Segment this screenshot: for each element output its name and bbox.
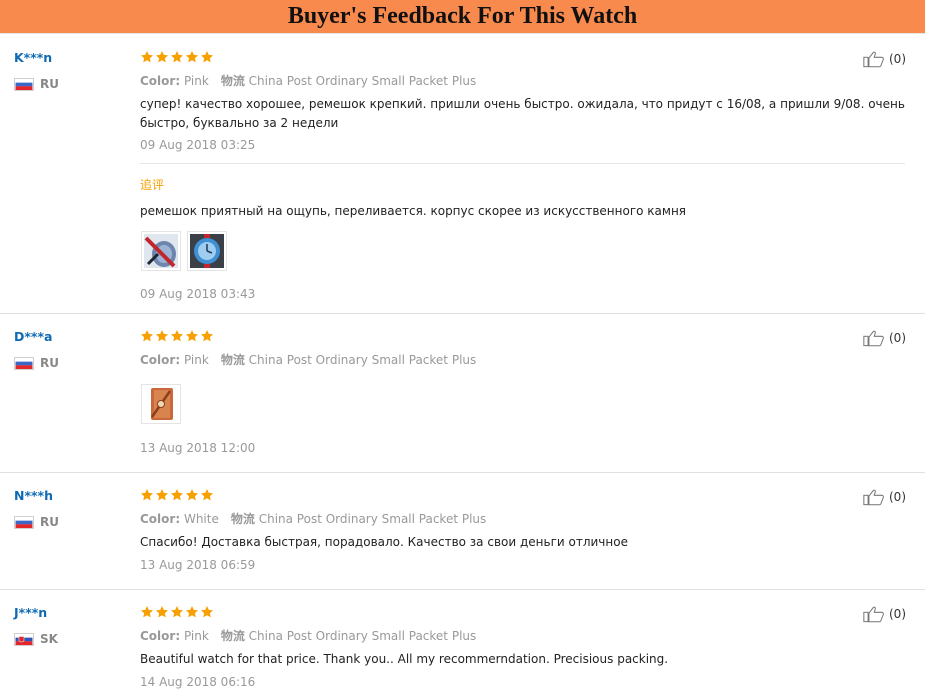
logistics-label: 物流 xyxy=(220,629,245,643)
review-date: 13 Aug 2018 12:00 xyxy=(140,441,256,455)
color-value: Pink xyxy=(183,74,209,88)
color-label: Color: xyxy=(140,353,181,367)
helpful-count: (0) xyxy=(889,607,906,621)
star-icon xyxy=(170,488,184,502)
star-rating xyxy=(140,329,214,343)
divider xyxy=(140,163,905,164)
helpful-count: (0) xyxy=(889,490,906,504)
helpful-count: (0) xyxy=(889,52,906,66)
star-icon xyxy=(155,50,169,64)
helpful-button[interactable]: (0) xyxy=(863,488,906,506)
order-info: Color: Pink 物流 China Post Ordinary Small … xyxy=(140,72,476,89)
helpful-button[interactable]: (0) xyxy=(863,605,906,623)
star-icon xyxy=(140,50,154,64)
order-info: Color: White 物流 China Post Ordinary Small… xyxy=(140,510,486,527)
followup-text: ремешок приятный на ощупь, переливается.… xyxy=(140,204,687,218)
review-separator xyxy=(0,589,925,590)
star-rating xyxy=(140,50,214,64)
country-code: RU xyxy=(40,356,59,370)
logistics-label: 物流 xyxy=(230,512,255,526)
color-label: Color: xyxy=(140,629,181,643)
followup-date: 09 Aug 2018 03:43 xyxy=(140,287,256,301)
thumbs-up-icon[interactable] xyxy=(863,329,885,347)
star-icon xyxy=(200,605,214,619)
flag-ru-icon xyxy=(14,77,34,91)
reviewer-name[interactable]: N***h xyxy=(14,488,53,503)
review-date: 09 Aug 2018 03:25 xyxy=(140,138,256,152)
color-label: Color: xyxy=(140,512,181,526)
star-icon xyxy=(155,329,169,343)
review-date: 14 Aug 2018 06:16 xyxy=(140,675,256,689)
reviewer-country: RU xyxy=(14,515,59,529)
star-icon xyxy=(140,488,154,502)
feedback-banner: Buyer's Feedback For This Watch xyxy=(0,0,925,34)
color-value: Pink xyxy=(183,629,209,643)
watch-photo-image xyxy=(144,387,178,421)
review-separator xyxy=(0,472,925,473)
banner-title: Buyer's Feedback For This Watch xyxy=(287,3,638,29)
logistics-label: 物流 xyxy=(220,74,245,88)
shipping-method: China Post Ordinary Small Packet Plus xyxy=(248,74,477,88)
star-icon xyxy=(140,329,154,343)
review-text: Beautiful watch for that price. Thank yo… xyxy=(140,652,669,666)
review-photo[interactable] xyxy=(141,231,181,271)
shipping-method: China Post Ordinary Small Packet Plus xyxy=(248,353,477,367)
color-value: Pink xyxy=(183,353,209,367)
watch-photo-image xyxy=(144,234,178,268)
star-icon xyxy=(170,50,184,64)
watch-photo-image xyxy=(190,234,224,268)
review-photo[interactable] xyxy=(141,384,181,424)
review-photo[interactable] xyxy=(187,231,227,271)
thumbs-up-icon[interactable] xyxy=(863,50,885,68)
star-icon xyxy=(200,488,214,502)
reviewer-name[interactable]: D***a xyxy=(14,329,52,344)
star-icon xyxy=(200,329,214,343)
country-code: RU xyxy=(40,77,59,91)
helpful-count: (0) xyxy=(889,331,906,345)
reviewer-name[interactable]: K***n xyxy=(14,50,52,65)
star-icon xyxy=(155,605,169,619)
star-icon xyxy=(185,50,199,64)
review-date: 13 Aug 2018 06:59 xyxy=(140,558,256,572)
shipping-method: China Post Ordinary Small Packet Plus xyxy=(258,512,487,526)
reviewer-country: RU xyxy=(14,356,59,370)
star-icon xyxy=(200,50,214,64)
color-value: White xyxy=(183,512,219,526)
review-text: супер! качество хорошее, ремешок крепкий… xyxy=(140,97,905,130)
star-icon xyxy=(170,329,184,343)
star-rating xyxy=(140,605,214,619)
logistics-label: 物流 xyxy=(220,353,245,367)
country-code: RU xyxy=(40,515,59,529)
star-rating xyxy=(140,488,214,502)
color-label: Color: xyxy=(140,74,181,88)
reviewer-country: SK xyxy=(14,632,58,646)
thumbs-up-icon[interactable] xyxy=(863,488,885,506)
reviewer-name[interactable]: J***n xyxy=(14,605,47,620)
order-info: Color: Pink 物流 China Post Ordinary Small … xyxy=(140,627,476,644)
review-text: Спасибо! Доставка быстрая, порадовало. К… xyxy=(140,535,628,549)
thumbs-up-icon[interactable] xyxy=(863,605,885,623)
reviewer-country: RU xyxy=(14,77,59,91)
review-separator xyxy=(0,313,925,314)
country-code: SK xyxy=(40,632,58,646)
star-icon xyxy=(170,605,184,619)
helpful-button[interactable]: (0) xyxy=(863,329,906,347)
order-info: Color: Pink 物流 China Post Ordinary Small … xyxy=(140,351,476,368)
star-icon xyxy=(185,605,199,619)
star-icon xyxy=(140,605,154,619)
flag-sk-icon xyxy=(14,632,34,646)
flag-ru-icon xyxy=(14,356,34,370)
star-icon xyxy=(185,488,199,502)
helpful-button[interactable]: (0) xyxy=(863,50,906,68)
star-icon xyxy=(185,329,199,343)
star-icon xyxy=(155,488,169,502)
shipping-method: China Post Ordinary Small Packet Plus xyxy=(248,629,477,643)
flag-ru-icon xyxy=(14,515,34,529)
additional-feedback-label: 追评 xyxy=(140,178,165,192)
